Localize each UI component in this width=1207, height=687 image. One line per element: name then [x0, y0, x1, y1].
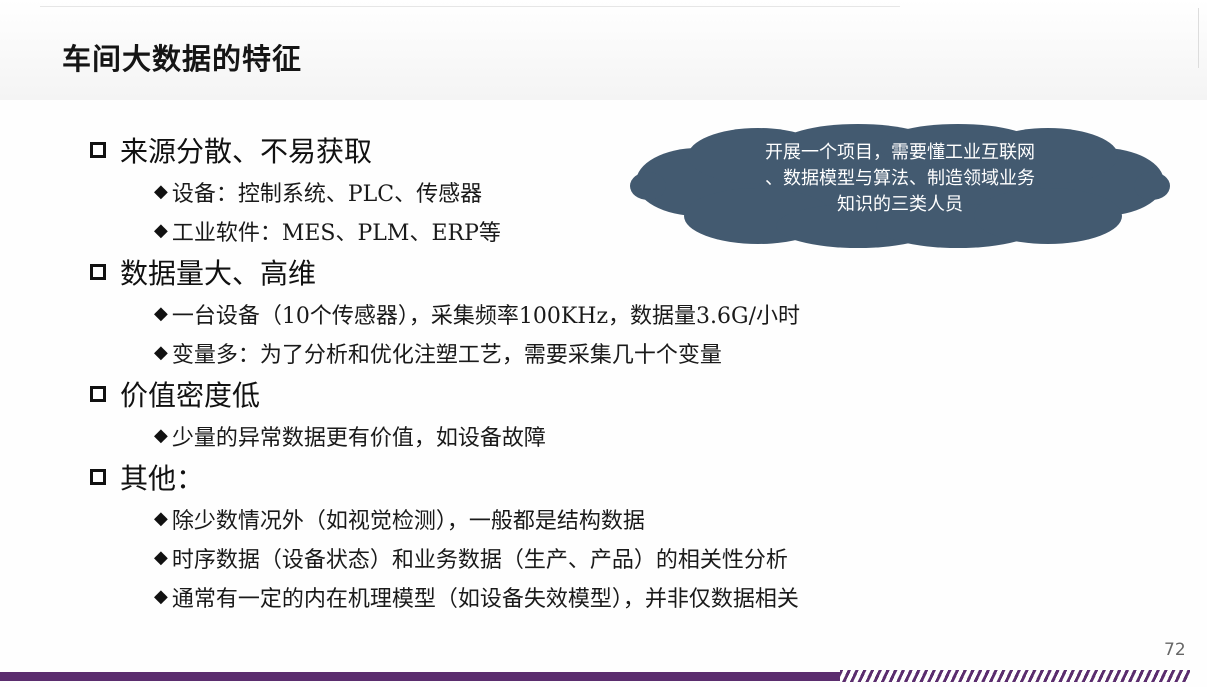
bullet-text: 时序数据（设备状态）和业务数据（生产、产品）的相关性分析	[171, 547, 788, 573]
diamond-bullet-icon: ◆	[154, 181, 168, 202]
checkbox-square-icon	[90, 386, 106, 402]
bullet-text: 设备：控制系统、PLC、传感器	[171, 181, 483, 207]
section-label: 数据量大、高维	[120, 257, 317, 290]
section-label: 其他：	[120, 462, 205, 495]
bullet-item: ◆ 变量多：为了分析和优化注塑工艺，需要采集几十个变量	[90, 333, 970, 372]
section-head: 其他：	[90, 455, 970, 499]
section-value-density: 价值密度低 ◆ 少量的异常数据更有价值，如设备故障	[90, 372, 970, 455]
callout-line: 开展一个项目，需要懂工业互联网	[765, 142, 1035, 163]
right-edge-line	[1198, 8, 1199, 68]
bullet-text: 变量多：为了分析和优化注塑工艺，需要采集几十个变量	[171, 342, 722, 368]
section-other: 其他： ◆ 除少数情况外（如视觉检测），一般都是结构数据 ◆ 时序数据（设备状态…	[90, 455, 970, 616]
diamond-bullet-icon: ◆	[154, 508, 168, 529]
bullet-text: 一台设备（10个传感器），采集频率100KHz，数据量3.6G/小时	[171, 303, 801, 329]
footer-stripes	[840, 670, 1190, 682]
callout-line: 、数据模型与算法、制造领域业务	[765, 168, 1035, 189]
checkbox-square-icon	[90, 142, 106, 158]
section-volume: 数据量大、高维 ◆ 一台设备（10个传感器），采集频率100KHz，数据量3.6…	[90, 250, 970, 372]
bullet-text: 工业软件：MES、PLM、ERP等	[171, 220, 501, 246]
checkbox-square-icon	[90, 469, 106, 485]
bullet-item: ◆ 少量的异常数据更有价值，如设备故障	[90, 416, 970, 455]
section-label: 价值密度低	[120, 379, 261, 412]
bullet-text: 除少数情况外（如视觉检测），一般都是结构数据	[171, 508, 645, 534]
bullet-item: ◆ 除少数情况外（如视觉检测），一般都是结构数据	[90, 499, 970, 538]
diamond-bullet-icon: ◆	[154, 342, 168, 363]
diamond-bullet-icon: ◆	[154, 425, 168, 446]
bullet-item: ◆ 通常有一定的内在机理模型（如设备失效模型），并非仅数据相关	[90, 577, 970, 616]
section-label: 来源分散、不易获取	[120, 135, 373, 168]
slide-title: 车间大数据的特征	[62, 42, 303, 76]
section-head: 价值密度低	[90, 372, 970, 416]
cloud-callout-text: 开展一个项目，需要懂工业互联网 、数据模型与算法、制造领域业务 知识的三类人员	[678, 140, 1122, 218]
section-head: 数据量大、高维	[90, 250, 970, 294]
bullet-item: ◆ 时序数据（设备状态）和业务数据（生产、产品）的相关性分析	[90, 538, 970, 577]
diamond-bullet-icon: ◆	[154, 220, 168, 241]
diamond-bullet-icon: ◆	[154, 586, 168, 607]
bullet-text: 少量的异常数据更有价值，如设备故障	[171, 425, 546, 451]
bullet-text: 通常有一定的内在机理模型（如设备失效模型），并非仅数据相关	[171, 586, 799, 612]
callout-line: 知识的三类人员	[837, 194, 963, 215]
top-edge-line	[40, 6, 900, 7]
footer-bar	[0, 672, 840, 681]
bullet-item: ◆ 一台设备（10个传感器），采集频率100KHz，数据量3.6G/小时	[90, 294, 970, 333]
cloud-callout: 开展一个项目，需要懂工业互联网 、数据模型与算法、制造领域业务 知识的三类人员	[628, 124, 1172, 248]
slide: 车间大数据的特征 来源分散、不易获取 ◆ 设备：控制系统、PLC、传感器 ◆ 工…	[0, 0, 1207, 687]
diamond-bullet-icon: ◆	[154, 303, 168, 324]
page-number: 72	[1164, 640, 1186, 660]
diamond-bullet-icon: ◆	[154, 547, 168, 568]
checkbox-square-icon	[90, 264, 106, 280]
